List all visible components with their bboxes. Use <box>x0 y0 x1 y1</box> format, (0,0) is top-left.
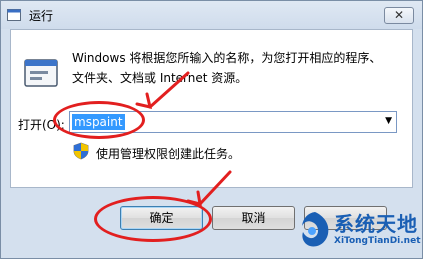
site-logo: 系统天地 XiTongTianDi.net <box>298 206 421 256</box>
cancel-button[interactable]: 取消 <box>212 206 295 230</box>
dropdown-arrow-icon[interactable]: ▼ <box>385 116 392 126</box>
admin-privilege-note: 使用管理权限创建此任务。 <box>96 147 241 161</box>
description-text: Windows 将根据您所输入的名称，为您打开相应的程序、 文件夹、文档或 In… <box>72 48 402 88</box>
command-combobox[interactable]: mspaint ▼ <box>69 111 397 133</box>
command-input[interactable]: mspaint <box>72 114 125 130</box>
open-field-label: 打开(O): <box>18 118 65 132</box>
description-line-1: Windows 将根据您所输入的名称，为您打开相应的程序、 <box>72 51 382 65</box>
logo-url: XiTongTianDi.net <box>334 236 421 246</box>
ok-button[interactable]: 确定 <box>120 206 203 230</box>
title-bar[interactable]: 运行 ✕ <box>1 1 422 29</box>
dialog-content: Windows 将根据您所输入的名称，为您打开相应的程序、 文件夹、文档或 In… <box>10 29 413 188</box>
description-line-2: 文件夹、文档或 Internet 资源。 <box>72 71 248 85</box>
window-title: 运行 <box>29 9 54 23</box>
logo-mark-icon <box>302 212 329 247</box>
close-button[interactable]: ✕ <box>384 7 414 24</box>
run-program-icon <box>24 59 58 87</box>
close-icon: ✕ <box>393 8 405 22</box>
uac-shield-icon <box>73 142 89 160</box>
run-app-icon <box>7 9 21 21</box>
logo-name: 系统天地 <box>334 212 418 236</box>
